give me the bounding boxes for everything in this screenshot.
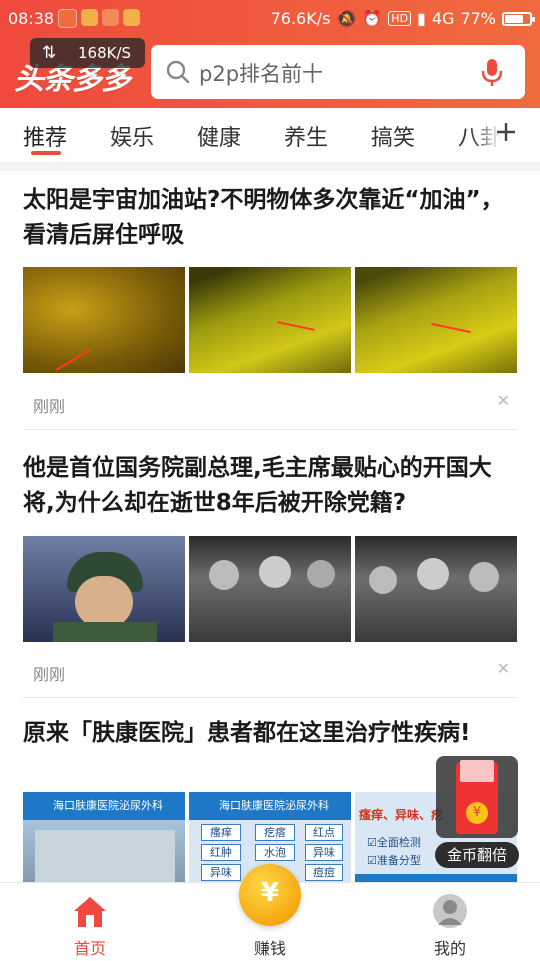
scan-icon — [102, 9, 119, 26]
ad-cell: 痘痘 — [305, 864, 343, 881]
dismiss-icon[interactable]: ✕ — [497, 659, 510, 678]
ad-headline: 瘙痒、异味、疙 — [359, 808, 444, 822]
nav-home-label: 首页 — [73, 939, 106, 958]
hd-icon: HD — [388, 11, 412, 26]
article-image[interactable] — [355, 536, 517, 642]
divider — [23, 697, 517, 698]
article-image[interactable] — [23, 536, 185, 642]
search-box[interactable]: p2p排名前十 — [151, 45, 525, 99]
ad-banner-text: 海口肤康医院泌尿外科 — [23, 792, 185, 820]
article-image[interactable] — [355, 267, 517, 373]
ad-cell: 红点 — [305, 824, 343, 841]
dismiss-icon[interactable]: ✕ — [497, 391, 510, 410]
article-title[interactable]: 他是首位国务院副总理,毛主席最贴心的开国大将,为什么却在逝世8年后被开除党籍? — [23, 451, 513, 521]
nav-earn-label: 赚钱 — [253, 939, 286, 958]
user-avatar-icon — [433, 894, 467, 928]
active-tab-indicator — [31, 151, 61, 155]
ad-cell: 异味 — [305, 844, 343, 861]
app-header: 头条多多 ⇅ 168K/S p2p排名前十 — [0, 36, 540, 108]
article-image[interactable] — [189, 536, 351, 642]
article-title[interactable]: 太阳是宇宙加油站?不明物体多次靠近“加油”，看清后屏住呼吸 — [23, 183, 513, 253]
earn-coin-button[interactable]: ¥ — [239, 864, 301, 926]
status-time: 08:38 — [8, 9, 55, 28]
signal-icon: ▮ — [417, 9, 426, 28]
article-time: 刚刚 — [33, 397, 66, 416]
status-right: 76.6K/s 🔕 ⏰ HD ▮ 4G 77% — [270, 9, 535, 28]
article-images[interactable] — [23, 267, 519, 373]
mute-icon: 🔕 — [336, 9, 357, 28]
feed-gap — [0, 163, 540, 171]
article-images[interactable] — [23, 536, 519, 642]
alarm-icon: ⏰ — [362, 9, 383, 28]
article-title[interactable]: 原来「肤康医院」患者都在这里治疗性疾病! — [23, 716, 513, 751]
shield-icon — [58, 9, 77, 28]
category-tabs: 推荐 娱乐 健康 养生 搞笑 八卦 — [0, 108, 540, 163]
ad-check-2: ☑准备分型 — [367, 854, 421, 867]
ad-check-1: ☑全面检测 — [367, 836, 421, 849]
tab-funny[interactable]: 搞笑 — [371, 120, 415, 152]
yen-icon: ¥ — [260, 878, 280, 908]
home-icon — [74, 897, 106, 927]
app-notify-icon — [81, 9, 98, 26]
battery-percent: 77% — [460, 9, 496, 28]
search-input[interactable]: p2p排名前十 — [199, 58, 323, 88]
nav-home[interactable]: 首页 — [40, 883, 140, 961]
feed-item[interactable]: 他是首位国务院副总理,毛主席最贴心的开国大将,为什么却在逝世8年后被开除党籍? … — [0, 451, 540, 701]
battery-icon — [502, 11, 535, 26]
speed-text: 168K/S — [78, 44, 132, 62]
red-envelope-box[interactable]: ¥ — [436, 756, 518, 838]
article-time: 刚刚 — [33, 665, 66, 684]
network-type: 4G — [431, 9, 455, 28]
tab-entertainment[interactable]: 娱乐 — [110, 120, 154, 152]
ad-banner-text: 海口肤康医院泌尿外科 — [189, 792, 351, 820]
tab-wellness[interactable]: 养生 — [284, 120, 328, 152]
coin-double-widget[interactable]: ¥ 金币翻倍 — [435, 756, 519, 868]
tab-health[interactable]: 健康 — [197, 120, 241, 152]
nav-mine[interactable]: 我的 — [400, 883, 500, 961]
status-bar: 08:38 76.6K/s 🔕 ⏰ HD ▮ 4G 77% — [0, 0, 540, 36]
nav-mine-label: 我的 — [433, 939, 466, 958]
article-image[interactable] — [23, 267, 185, 373]
coin-app-icon — [123, 9, 140, 26]
ad-cell: 疙瘩 — [255, 824, 295, 841]
microphone-icon[interactable] — [479, 58, 505, 88]
ad-cell: 水泡 — [255, 844, 295, 861]
ad-cell: 红肿 — [201, 844, 241, 861]
add-channel-icon[interactable] — [496, 122, 516, 142]
tab-recommend[interactable]: 推荐 — [23, 120, 67, 152]
divider — [23, 429, 517, 430]
article-image[interactable] — [189, 267, 351, 373]
notification-icons — [58, 9, 140, 28]
feed-item[interactable]: 太阳是宇宙加油站?不明物体多次靠近“加油”，看清后屏住呼吸 刚刚 ✕ — [0, 183, 540, 433]
speed-overlay: ⇅ 168K/S — [30, 38, 145, 68]
coin-double-label[interactable]: 金币翻倍 — [435, 842, 519, 868]
coin-icon: ¥ — [466, 802, 488, 824]
ad-cell: 瘙痒 — [201, 824, 241, 841]
transfer-arrows-icon: ⇅ — [42, 43, 57, 63]
net-speed: 76.6K/s — [270, 9, 331, 28]
search-icon — [166, 60, 190, 84]
ad-cell: 异味 — [201, 864, 241, 881]
